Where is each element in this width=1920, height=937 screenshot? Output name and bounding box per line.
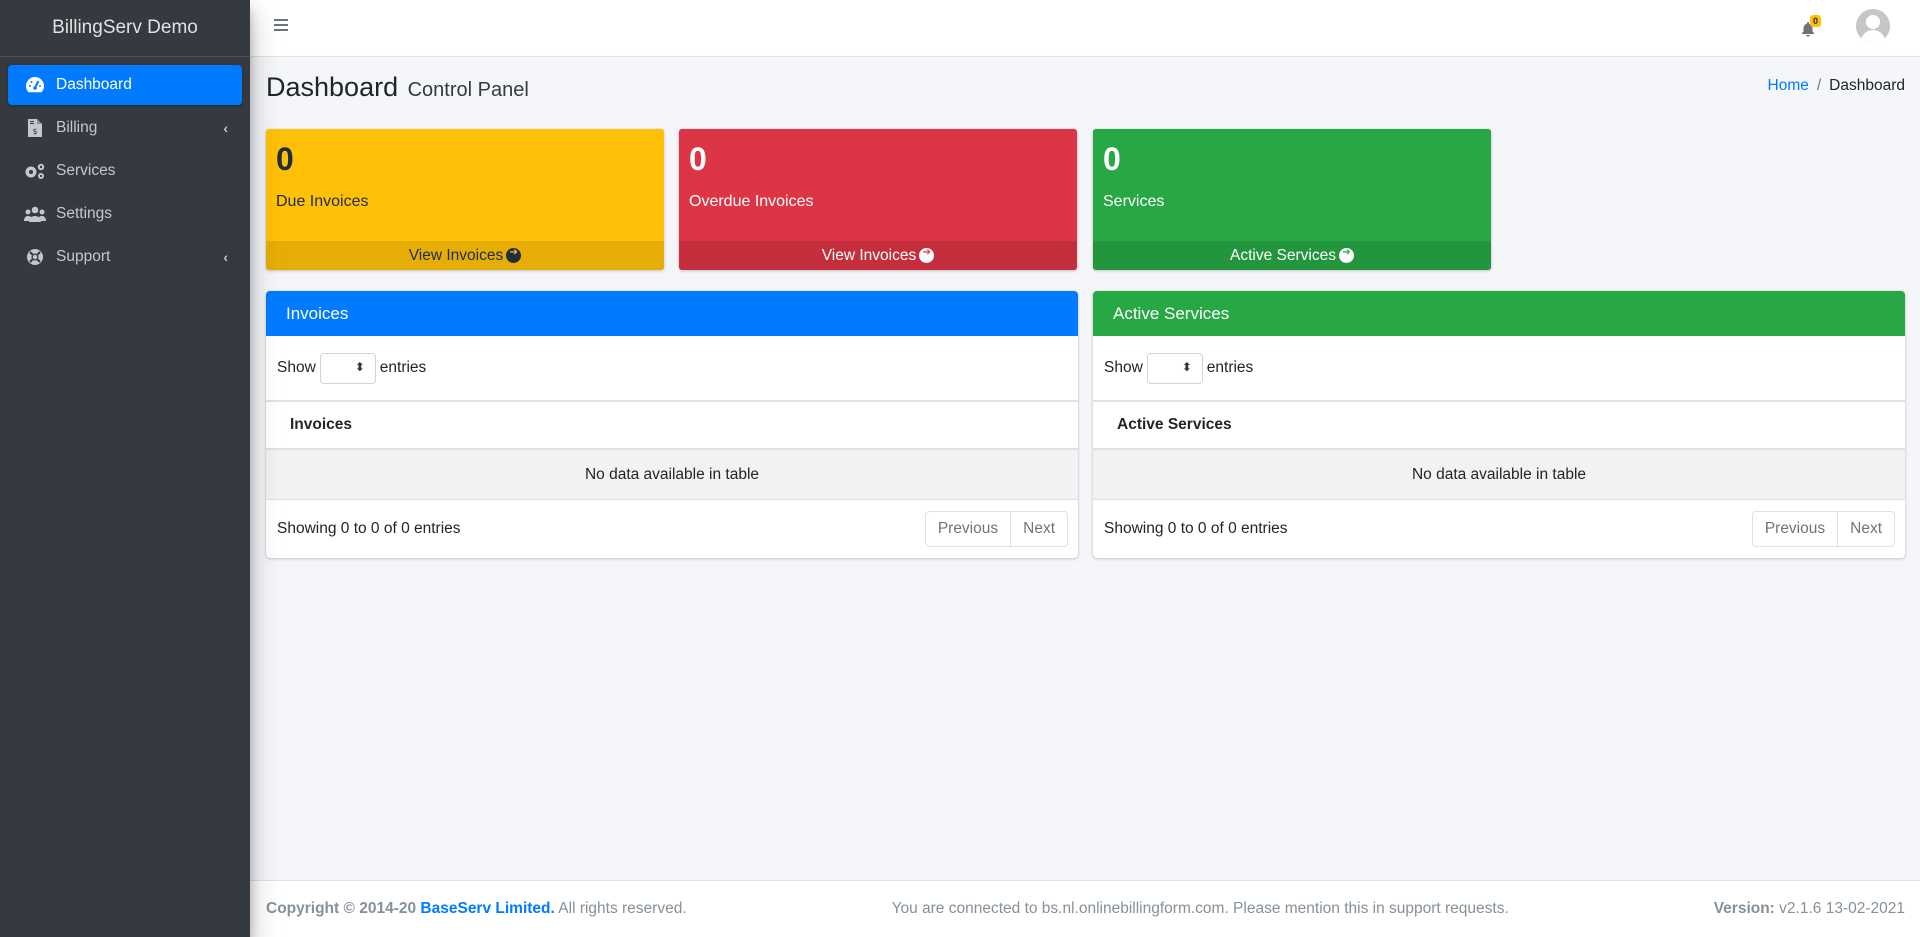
active-services-card: Active Services Show entries Active Serv… <box>1093 291 1905 558</box>
pagination: Previous Next <box>924 511 1068 547</box>
bars-icon[interactable] <box>274 19 288 35</box>
sidebar-item-settings[interactable]: Settings <box>8 194 242 234</box>
brand-link[interactable]: BillingServ Demo <box>0 0 250 57</box>
notifications-button[interactable]: 0 <box>1800 15 1824 39</box>
table-header-invoices[interactable]: Invoices <box>266 400 1078 450</box>
invoices-card: Invoices Show entries Invoices No data a… <box>266 291 1078 558</box>
show-label: Show <box>277 359 316 376</box>
card-title: Invoices <box>266 291 1078 336</box>
stat-value: 0 <box>276 141 294 177</box>
previous-page-button[interactable]: Previous <box>926 512 1010 546</box>
tachometer-icon <box>24 74 46 96</box>
arrow-circle-right-icon <box>919 247 935 263</box>
sidebar-nav: Dashboard $ Billing ‹ Services Settings <box>0 57 250 277</box>
chevron-left-icon: ‹ <box>223 249 228 265</box>
page-subtitle: Control Panel <box>407 79 529 101</box>
stat-action-label: View Invoices <box>821 246 917 264</box>
show-label: Show <box>1104 359 1143 376</box>
sidebar-item-support[interactable]: Support ‹ <box>8 237 242 277</box>
copyright: Copyright © 2014-20 BaseServ Limited. Al… <box>266 900 687 917</box>
table-length-control: Show entries <box>266 336 1078 400</box>
next-page-button[interactable]: Next <box>1010 512 1067 546</box>
users-icon <box>24 203 46 225</box>
sidebar-item-dashboard[interactable]: Dashboard <box>8 65 242 105</box>
table-empty-row: No data available in table <box>1093 450 1905 500</box>
sidebar: BillingServ Demo Dashboard $ Billing ‹ S… <box>0 0 250 937</box>
stat-value: 0 <box>1103 141 1121 177</box>
sidebar-item-label: Services <box>56 162 116 179</box>
sidebar-item-label: Dashboard <box>56 76 132 93</box>
card-title: Active Services <box>1093 291 1905 336</box>
breadcrumb: Home / Dashboard <box>1768 77 1906 95</box>
connection-note: You are connected to bs.nl.onlinebilling… <box>891 900 1509 917</box>
previous-page-button[interactable]: Previous <box>1753 512 1837 546</box>
brand-text: BillingServ Demo <box>52 17 198 38</box>
breadcrumb-home-link[interactable]: Home <box>1768 77 1809 95</box>
cogs-icon <box>24 160 46 182</box>
entries-label: entries <box>379 359 427 376</box>
stat-label: Overdue Invoices <box>689 193 814 210</box>
table-footer: Showing 0 to 0 of 0 entries Previous Nex… <box>266 500 1078 558</box>
invoice-dollar-icon: $ <box>24 117 46 139</box>
stat-action-label: View Invoices <box>408 246 504 264</box>
sidebar-item-label: Billing <box>56 119 98 136</box>
stat-box-due-invoices: 0 Due Invoices View Invoices <box>266 129 664 270</box>
table-info: Showing 0 to 0 of 0 entries <box>1104 520 1288 537</box>
table-header-active-services[interactable]: Active Services <box>1093 400 1905 450</box>
view-overdue-invoices-link[interactable]: View Invoices <box>679 241 1077 270</box>
entries-per-page-select[interactable] <box>319 352 376 384</box>
pagination: Previous Next <box>1751 511 1895 547</box>
stat-box-services: 0 Services Active Services <box>1093 129 1491 270</box>
version-info: Version: v2.1.6 13-02-2021 <box>1713 900 1905 917</box>
table-info: Showing 0 to 0 of 0 entries <box>277 520 461 537</box>
chevron-left-icon: ‹ <box>223 120 228 136</box>
life-ring-icon <box>24 246 46 268</box>
top-navbar: 0 <box>250 0 1920 57</box>
sidebar-item-label: Settings <box>56 205 113 222</box>
view-active-services-link[interactable]: Active Services <box>1093 241 1491 270</box>
stat-value: 0 <box>689 141 707 177</box>
arrow-circle-right-icon <box>1338 247 1354 263</box>
sidebar-item-label: Support <box>56 248 111 265</box>
svg-text:$: $ <box>32 127 37 136</box>
view-due-invoices-link[interactable]: View Invoices <box>266 241 664 270</box>
notifications-badge: 0 <box>1810 15 1822 27</box>
user-avatar-icon[interactable] <box>1856 9 1890 43</box>
next-page-button[interactable]: Next <box>1837 512 1894 546</box>
arrow-circle-right-icon <box>506 247 522 263</box>
sidebar-item-billing[interactable]: $ Billing ‹ <box>8 108 242 148</box>
stat-label: Services <box>1103 193 1165 210</box>
page-footer: Copyright © 2014-20 BaseServ Limited. Al… <box>250 880 1920 937</box>
stat-box-overdue-invoices: 0 Overdue Invoices View Invoices <box>679 129 1077 270</box>
breadcrumb-current: Dashboard <box>1829 77 1905 94</box>
table-empty-row: No data available in table <box>266 450 1078 500</box>
stat-action-label: Active Services <box>1230 246 1336 264</box>
entries-label: entries <box>1206 359 1254 376</box>
page-title: Dashboard Control Panel <box>266 72 529 102</box>
table-footer: Showing 0 to 0 of 0 entries Previous Nex… <box>1093 500 1905 558</box>
entries-per-page-select[interactable] <box>1146 352 1203 384</box>
sidebar-item-services[interactable]: Services <box>8 151 242 191</box>
table-length-control: Show entries <box>1093 336 1905 400</box>
stat-label: Due Invoices <box>276 193 369 210</box>
company-link[interactable]: BaseServ Limited. <box>420 900 554 917</box>
breadcrumb-separator: / <box>1816 77 1822 94</box>
